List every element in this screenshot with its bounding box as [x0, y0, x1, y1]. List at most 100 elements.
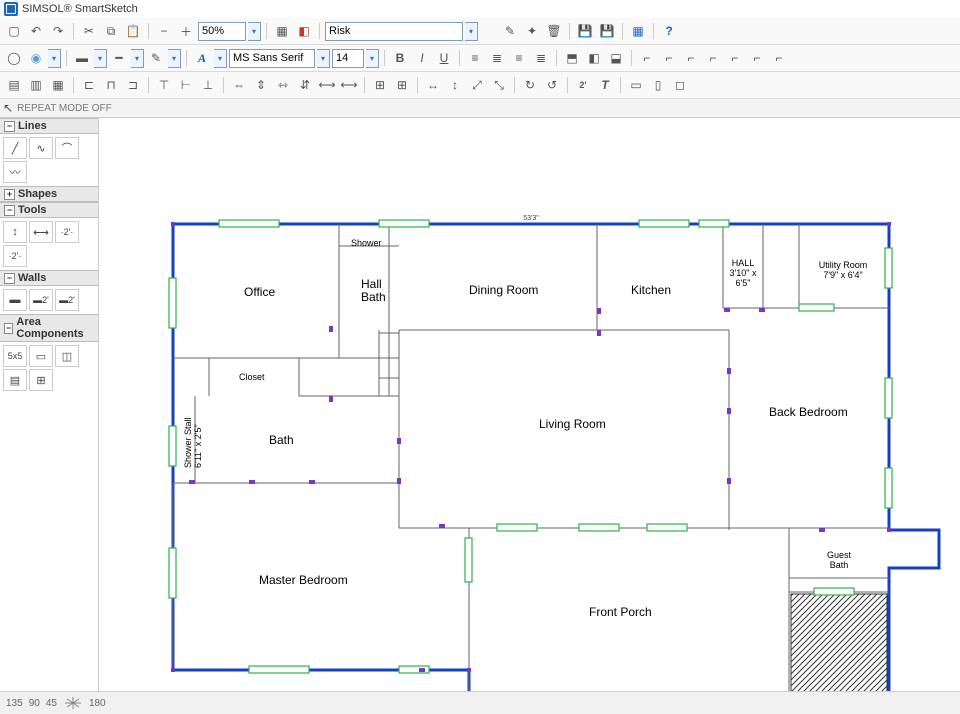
space2-icon[interactable]: ↕ [445, 75, 465, 95]
align4-icon[interactable]: ⌐ [703, 48, 723, 68]
search-dropdown[interactable]: ▾ [465, 22, 478, 41]
linecolor-drop[interactable]: ▾ [168, 49, 181, 68]
snap1-icon[interactable]: ⊞ [370, 75, 390, 95]
area-stairs-tool[interactable]: ▤ [3, 369, 27, 391]
area-grid-tool[interactable]: ⊞ [29, 369, 53, 391]
area5x5-tool[interactable]: 5x5 [3, 345, 27, 367]
area-door-tool[interactable]: ◫ [55, 345, 79, 367]
cursor-icon[interactable]: ↖ [3, 101, 13, 115]
align-t-icon[interactable]: ⊤ [154, 75, 174, 95]
arc-tool[interactable]: ⌒ [55, 137, 79, 159]
search-field[interactable] [325, 22, 463, 41]
sizesame-icon[interactable]: ▭ [626, 75, 646, 95]
fill2-icon[interactable]: ◉ [26, 48, 46, 68]
wall-dim2-tool[interactable]: ▬2' [55, 289, 79, 311]
grid-icon[interactable]: ▦ [628, 21, 648, 41]
linecolor-icon[interactable]: ✎ [146, 48, 166, 68]
align-r-icon[interactable]: ⊐ [123, 75, 143, 95]
help-icon[interactable]: ? [659, 21, 679, 41]
rot1-icon[interactable]: ↻ [520, 75, 540, 95]
font-family-drop[interactable]: ▾ [317, 49, 330, 68]
zoom-dropdown[interactable]: ▾ [248, 22, 261, 41]
undo-icon[interactable]: ↶ [26, 21, 46, 41]
area-room-tool[interactable]: ▭ [29, 345, 53, 367]
floorplan-drawing[interactable]: 53'3" Office Shower HallBath Dining Room… [99, 118, 959, 691]
italic-icon[interactable]: I [412, 48, 432, 68]
valign-c-icon[interactable]: ⬓ [606, 48, 626, 68]
dimension-tool[interactable]: ↕ [3, 221, 27, 243]
align7-icon[interactable]: ⌐ [769, 48, 789, 68]
new-icon[interactable]: ▢ [4, 21, 24, 41]
font-size-drop[interactable]: ▾ [366, 49, 379, 68]
linestyle-drop[interactable]: ▾ [94, 49, 107, 68]
cat-lines-header[interactable]: −Lines [0, 118, 98, 134]
curve-tool[interactable]: 〰 [3, 161, 27, 183]
dist-h3-icon[interactable]: ⟷ [317, 75, 337, 95]
cat-walls-header[interactable]: −Walls [0, 270, 98, 286]
font-family-field[interactable] [229, 49, 315, 68]
cat-tools-header[interactable]: −Tools [0, 202, 98, 218]
rot2-icon[interactable]: ↺ [542, 75, 562, 95]
valign-b-icon[interactable]: ◧ [584, 48, 604, 68]
align-just-icon[interactable]: ≣ [531, 48, 551, 68]
fill-icon[interactable]: ◯ [4, 48, 24, 68]
fontcolor-icon[interactable]: A [192, 48, 212, 68]
copy-icon[interactable]: ⧉ [101, 21, 121, 41]
wand-icon[interactable]: ✦ [522, 21, 542, 41]
fontcolor-drop[interactable]: ▾ [214, 49, 227, 68]
align6-icon[interactable]: ⌐ [747, 48, 767, 68]
wall-thin-tool[interactable]: ▬ [3, 289, 27, 311]
dist-v-icon[interactable]: ⇕ [251, 75, 271, 95]
zoom-out-icon[interactable]: − [154, 21, 174, 41]
dist-h2-icon[interactable]: ⇿ [273, 75, 293, 95]
trash-icon[interactable]: 🗑 [544, 21, 564, 41]
sizesame2-icon[interactable]: ▯ [648, 75, 668, 95]
label2-tool[interactable]: ·2'· [55, 221, 79, 243]
space4-icon[interactable]: ⤡ [489, 75, 509, 95]
tool-icon-b[interactable]: ◧ [294, 21, 314, 41]
fill-drop[interactable]: ▾ [48, 49, 61, 68]
font-size-field[interactable] [332, 49, 364, 68]
tape-tool[interactable]: ⟷ [29, 221, 53, 243]
dim2-icon[interactable]: 2' [573, 75, 593, 95]
lineweight-icon[interactable]: ━ [109, 48, 129, 68]
align-right-icon[interactable]: ≡ [509, 48, 529, 68]
cat-area-header[interactable]: −Area Components [0, 314, 98, 342]
text-icon[interactable]: T [595, 75, 615, 95]
snap2-icon[interactable]: ⊞ [392, 75, 412, 95]
underline-icon[interactable]: U [434, 48, 454, 68]
lineweight-drop[interactable]: ▾ [131, 49, 144, 68]
layer-icon[interactable]: ▤ [4, 75, 24, 95]
wall-dim-tool[interactable]: ▬2' [29, 289, 53, 311]
align-left-icon[interactable]: ≡ [465, 48, 485, 68]
linestyle-icon[interactable]: ▬ [72, 48, 92, 68]
align3-icon[interactable]: ⌐ [681, 48, 701, 68]
valign-a-icon[interactable]: ⬒ [562, 48, 582, 68]
zoom-field[interactable] [198, 22, 246, 41]
zoom-in-icon[interactable]: ＋ [176, 21, 196, 41]
save-as-icon[interactable]: 💾 [597, 21, 617, 41]
polyline-tool[interactable]: ∿ [29, 137, 53, 159]
dist-v2-icon[interactable]: ⇵ [295, 75, 315, 95]
space3-icon[interactable]: ⤢ [467, 75, 487, 95]
align-b-icon[interactable]: ⊥ [198, 75, 218, 95]
redo-icon[interactable]: ↷ [48, 21, 68, 41]
sizesame3-icon[interactable]: ◻ [670, 75, 690, 95]
align5-icon[interactable]: ⌐ [725, 48, 745, 68]
align-center-icon[interactable]: ≣ [487, 48, 507, 68]
layer3-icon[interactable]: ▦ [48, 75, 68, 95]
canvas-area[interactable]: 53'3" Office Shower HallBath Dining Room… [99, 118, 960, 691]
dist-v3-icon[interactable]: ⟷ [339, 75, 359, 95]
cat-shapes-header[interactable]: +Shapes [0, 186, 98, 202]
tool-icon-a[interactable]: ▦ [272, 21, 292, 41]
save-icon[interactable]: 💾 [575, 21, 595, 41]
cut-icon[interactable]: ✂ [79, 21, 99, 41]
align2-icon[interactable]: ⌐ [659, 48, 679, 68]
align-c-icon[interactable]: ⊓ [101, 75, 121, 95]
dist-h-icon[interactable]: ⇔ [229, 75, 249, 95]
edit-icon[interactable]: ✎ [500, 21, 520, 41]
align1-icon[interactable]: ⌐ [637, 48, 657, 68]
paste-icon[interactable]: 📋 [123, 21, 143, 41]
label2b-tool[interactable]: ·2'· [3, 245, 27, 267]
bold-icon[interactable]: B [390, 48, 410, 68]
